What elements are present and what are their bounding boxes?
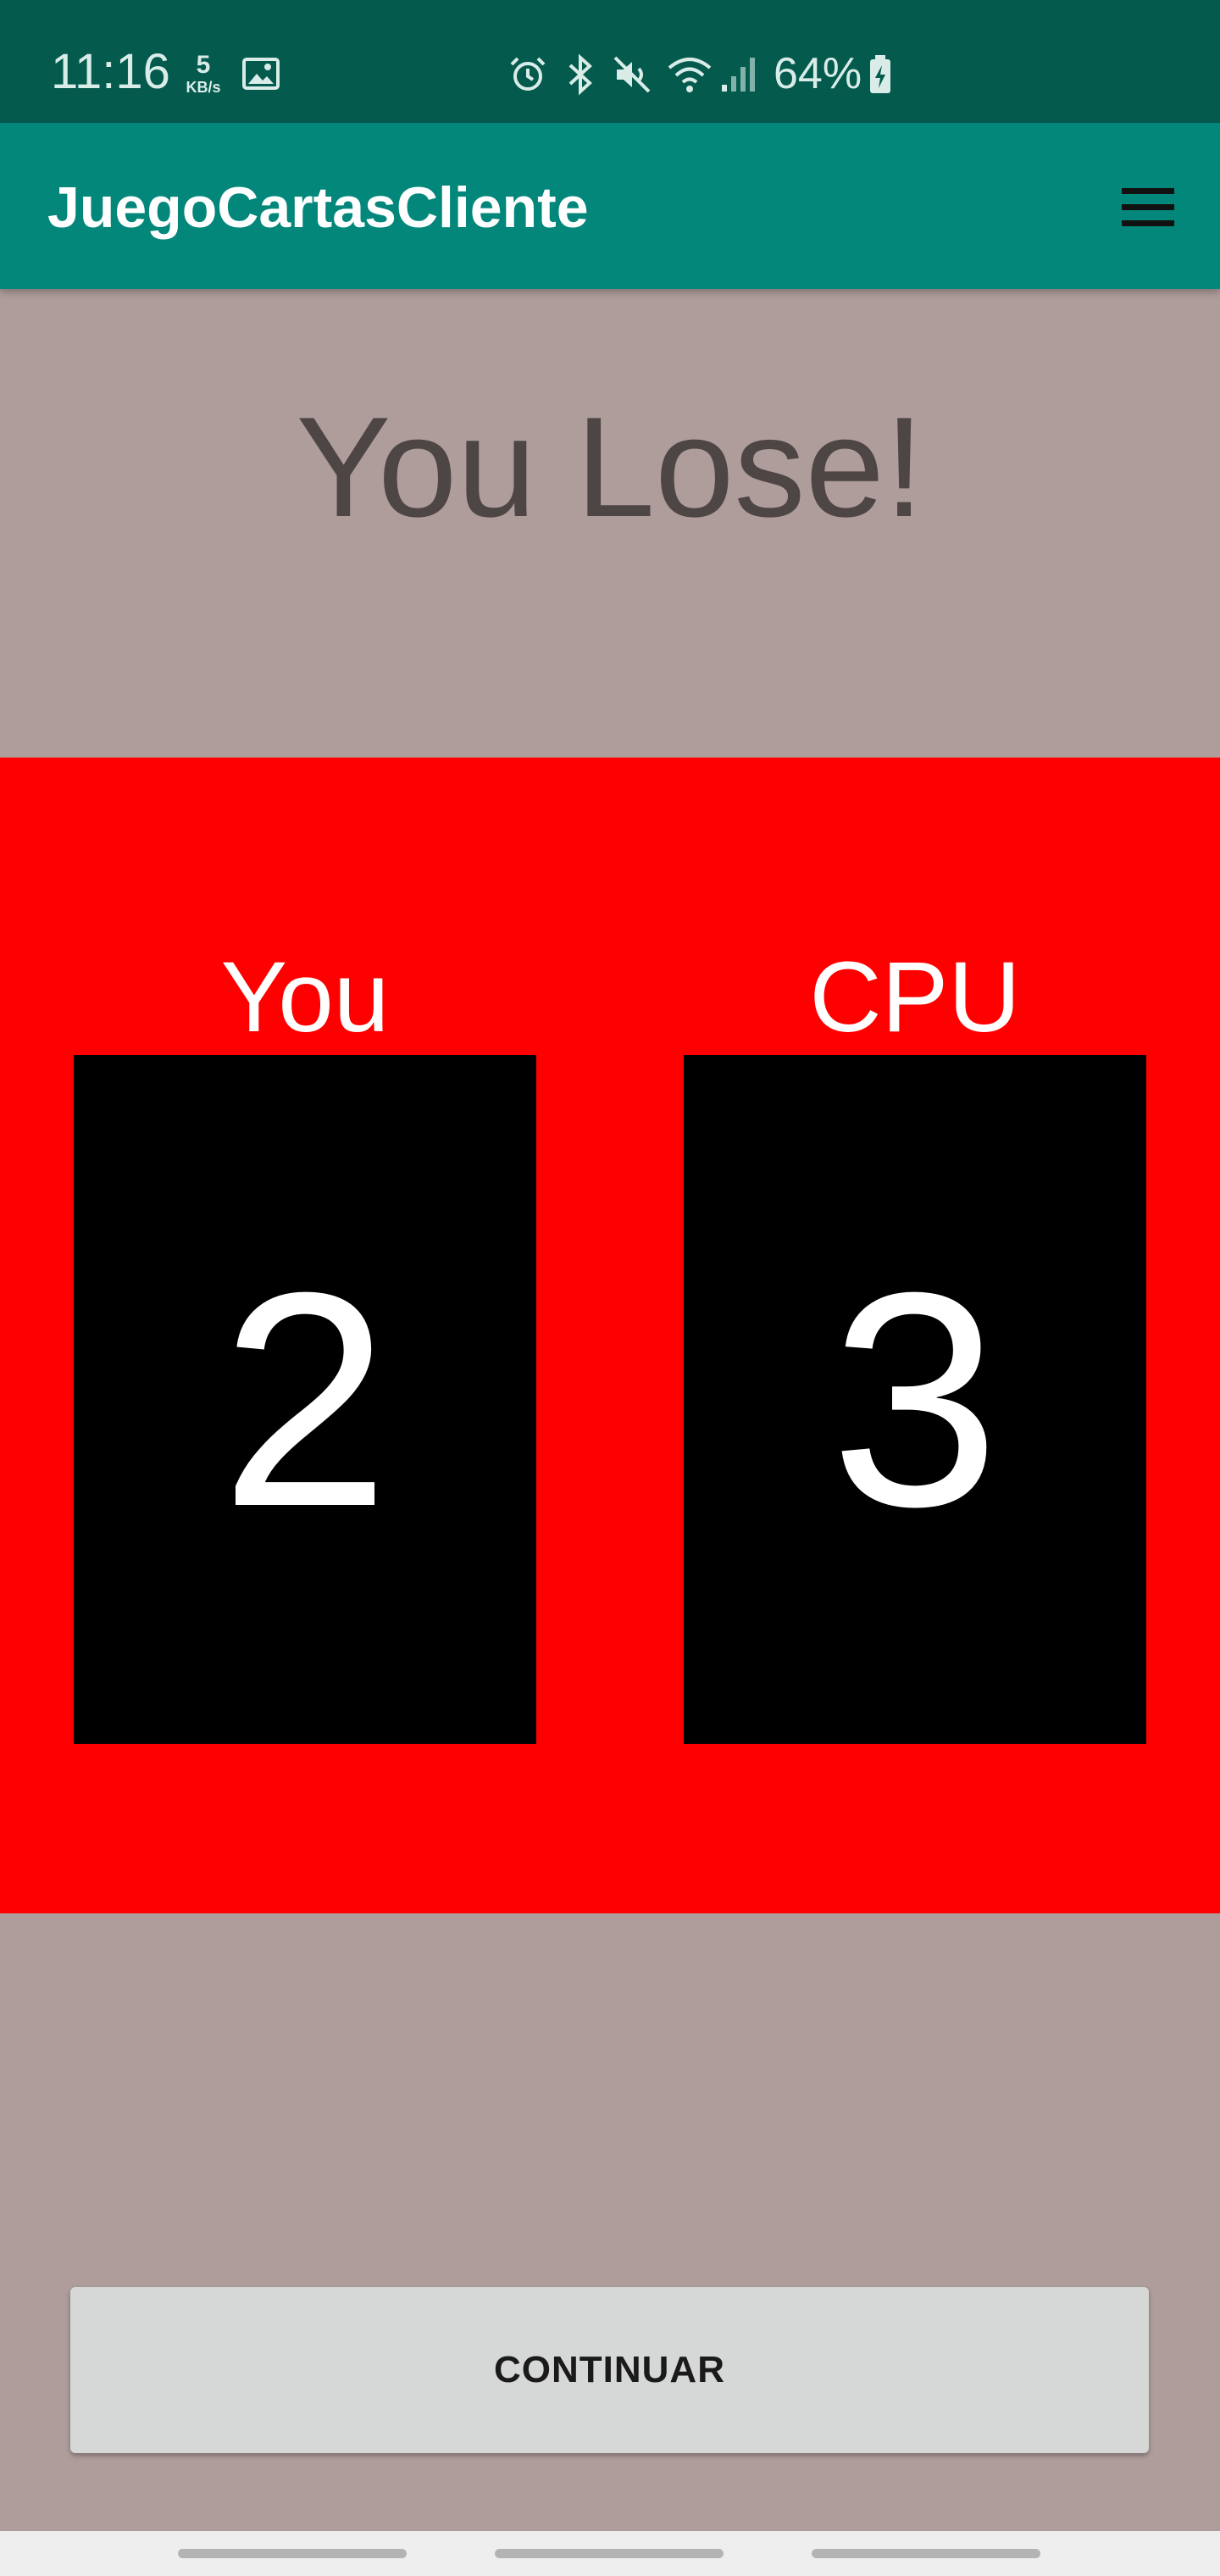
mute-icon <box>613 56 651 93</box>
app-title: JuegoCartasCliente <box>47 175 589 240</box>
network-speed-value: 5 <box>196 51 211 79</box>
cpu-card-value: 3 <box>829 1229 1001 1570</box>
player-card: 2 <box>74 1055 536 1744</box>
nav-handle-left[interactable] <box>178 2549 407 2558</box>
navigation-bar <box>0 2531 1220 2576</box>
result-area: You Lose! <box>0 289 1220 758</box>
status-bar: 11:16 5 KB/s 64% <box>0 0 1220 123</box>
player-label: You <box>220 941 390 1053</box>
network-speed-indicator: 5 KB/s <box>181 51 225 96</box>
network-speed-unit: KB/s <box>186 79 221 96</box>
cpu-label: CPU <box>809 941 1021 1053</box>
nav-handle-right[interactable] <box>812 2549 1040 2558</box>
player-card-value: 2 <box>219 1229 391 1570</box>
battery-percentage: 64% <box>774 49 862 98</box>
alarm-icon <box>510 57 546 91</box>
cpu-card: 3 <box>684 1055 1146 1744</box>
app-bar: JuegoCartasCliente <box>0 123 1220 289</box>
nav-handle-center[interactable] <box>495 2549 724 2558</box>
game-panel: You CPU 2 3 <box>0 758 1220 1913</box>
gallery-icon <box>242 58 280 90</box>
status-time: 11:16 <box>51 44 170 99</box>
battery-charging-icon <box>870 55 890 93</box>
menu-bar-line <box>1122 204 1174 210</box>
continue-button[interactable]: CONTINUAR <box>70 2287 1149 2453</box>
hamburger-menu-icon[interactable] <box>1112 182 1184 233</box>
menu-bar-line <box>1122 188 1174 194</box>
menu-bar-line <box>1122 220 1174 226</box>
bluetooth-icon <box>568 53 592 96</box>
signal-icon <box>722 58 755 92</box>
result-text: You Lose! <box>296 387 924 547</box>
wifi-icon <box>668 58 712 92</box>
